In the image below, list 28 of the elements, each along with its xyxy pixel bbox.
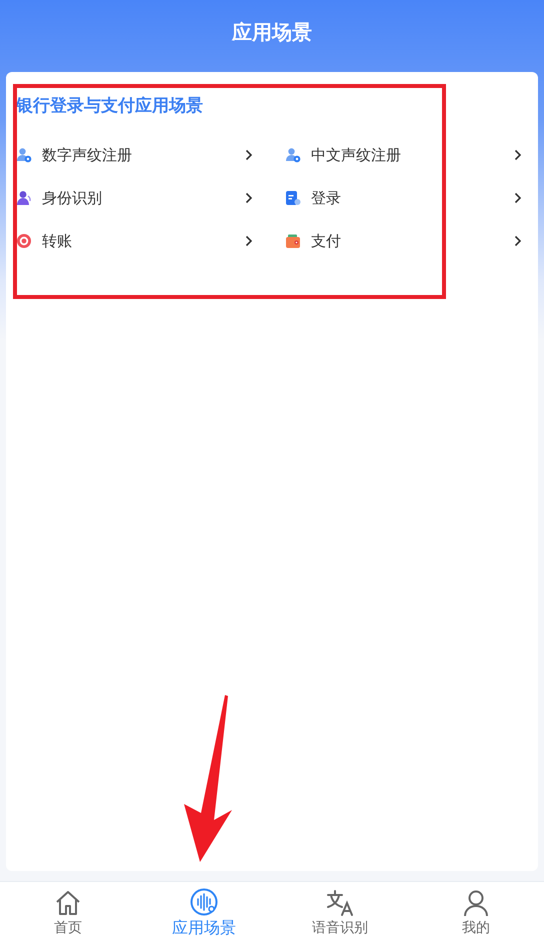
target-icon: [16, 233, 32, 249]
menu-item[interactable]: 转账: [16, 229, 259, 253]
user-icon: [462, 889, 490, 917]
chevron-right-icon: [245, 235, 253, 247]
translate-icon: [326, 889, 354, 917]
menu-item[interactable]: 支付: [285, 229, 528, 253]
wallet-icon: [285, 233, 301, 249]
document-user-icon: [285, 190, 301, 206]
tab[interactable]: 应用场景: [136, 882, 272, 944]
user-badge-icon: [285, 147, 301, 163]
sound-wave-icon: [190, 888, 218, 916]
menu-item[interactable]: 登录: [285, 186, 528, 210]
tab[interactable]: 语音识别: [272, 882, 408, 944]
chevron-right-icon: [245, 192, 253, 204]
menu-item[interactable]: 中文声纹注册: [285, 143, 528, 167]
section-title: 银行登录与支付应用场景: [16, 95, 204, 117]
chevron-right-icon: [245, 149, 253, 161]
tab[interactable]: 首页: [0, 882, 136, 944]
chevron-right-icon: [514, 149, 522, 161]
chevron-right-icon: [514, 235, 522, 247]
menu-item[interactable]: 数字声纹注册: [16, 143, 259, 167]
page-title: 应用场景: [232, 18, 312, 46]
chevron-right-icon: [514, 192, 522, 204]
user-icon: [16, 190, 32, 206]
menu-item[interactable]: 身份识别: [16, 186, 259, 210]
home-icon: [54, 889, 82, 917]
user-badge-icon: [16, 147, 32, 163]
tab[interactable]: 我的: [408, 882, 544, 944]
